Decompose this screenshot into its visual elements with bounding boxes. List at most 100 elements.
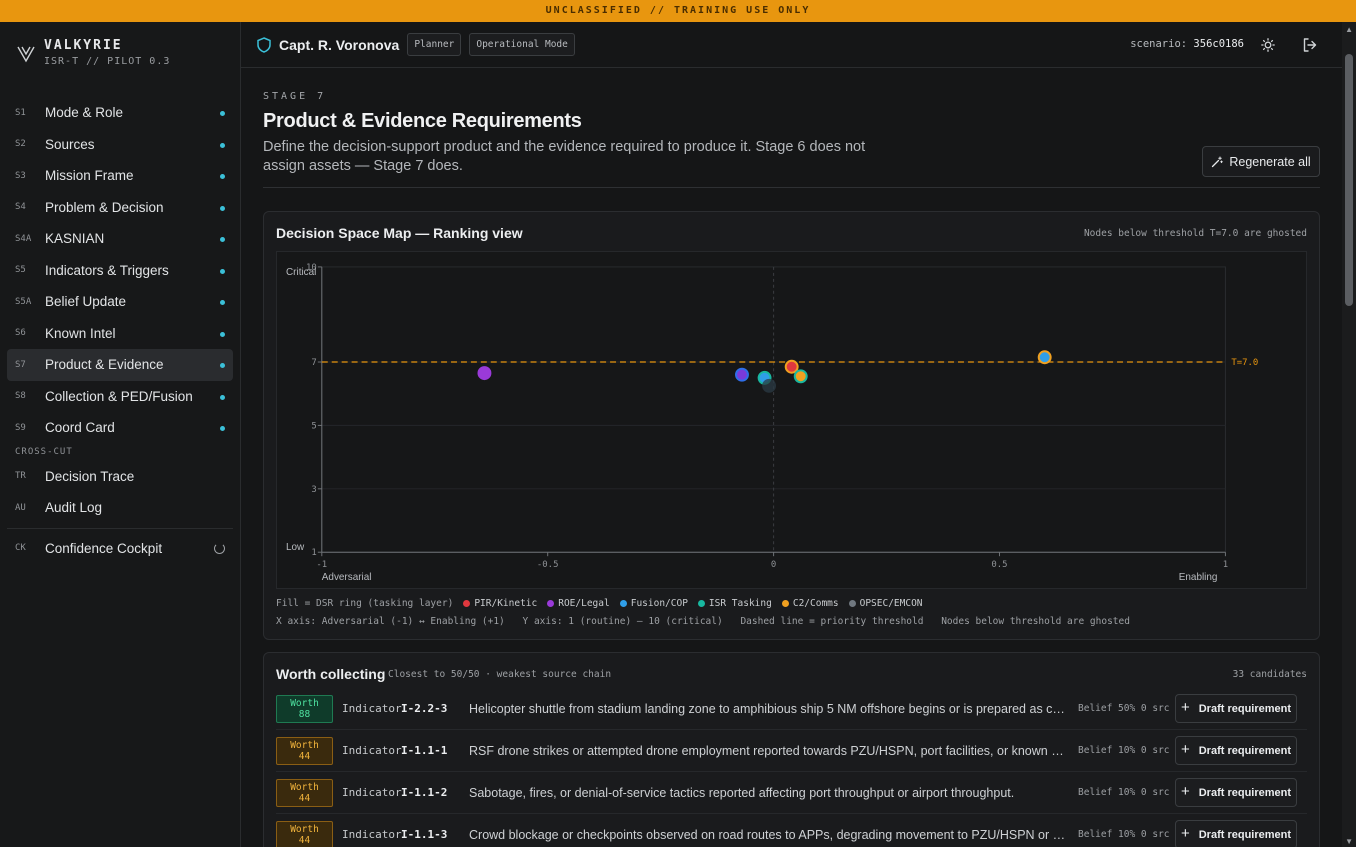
x-tick-label: 1: [1223, 560, 1228, 570]
nav-label: Coord Card: [45, 420, 115, 436]
nav-item-indicators-triggers[interactable]: S5 Indicators & Triggers: [7, 255, 233, 287]
map-title: Decision Space Map — Ranking view: [276, 225, 523, 241]
draft-requirement-button[interactable]: + Draft requirement: [1175, 736, 1297, 765]
scroll-down-arrow-icon[interactable]: ▼: [1345, 837, 1353, 846]
candidate-id: I-1.1-1: [401, 744, 448, 757]
page-description: Define the decision-support product and …: [263, 139, 866, 174]
candidate-row[interactable]: Worth 44 Indicator I-1.1-3 Crowd blockag…: [276, 814, 1307, 847]
nav-item-problem-decision[interactable]: S4 Problem & Decision: [7, 192, 233, 224]
x-tick-label: -0.5: [537, 560, 559, 570]
candidate-text: Crowd blockage or checkpoints observed o…: [469, 827, 1066, 842]
status-dot: [220, 268, 225, 274]
draft-requirement-label: Draft requirement: [1198, 828, 1292, 841]
candidate-id: I-1.1-3: [401, 828, 448, 841]
threshold-label: T=7.0: [1231, 358, 1258, 368]
nav-code: S6: [15, 328, 26, 339]
decision-node: [1037, 350, 1052, 365]
role-chip: Planner: [407, 33, 462, 56]
nav-code: S1: [15, 107, 26, 118]
sidebar: VALKYRIE ISR-T // PILOT 0.3 S1 Mode & Rol…: [0, 22, 241, 847]
nav-item-product-evidence[interactable]: S7 Product & Evidence: [7, 349, 233, 381]
legend-label: ISR Tasking: [708, 598, 772, 609]
nav-label: Belief Update: [45, 294, 127, 310]
x-axis-start-label: Adversarial: [322, 572, 372, 583]
legend-item-fusion-cop: Fusion/COP: [619, 598, 688, 609]
nav-item-sources[interactable]: S2 Sources: [7, 129, 233, 161]
nav-code: S3: [15, 170, 26, 181]
header-divider: [263, 187, 1320, 188]
nav-item-decision-trace[interactable]: TR Decision Trace: [7, 461, 233, 493]
worth-badge: Worth 44: [276, 820, 333, 847]
gauge-icon: [214, 542, 225, 554]
candidate-belief: Belief 50% 0 src: [1078, 703, 1170, 714]
legend-label: ROE/Legal: [558, 598, 610, 609]
scroll-up-arrow-icon[interactable]: ▲: [1345, 25, 1353, 34]
mode-chip[interactable]: Operational Mode: [469, 33, 575, 56]
y-axis-high-label: Critical: [286, 267, 316, 278]
legend-item-roe-legal: ROE/Legal: [547, 598, 610, 609]
status-dot: [220, 426, 225, 431]
page-title: Product & Evidence Requirements: [263, 110, 582, 132]
nav-item-collection-ped-fusion[interactable]: S8 Collection & PED/Fusion: [7, 381, 233, 413]
legend-swatch: [463, 600, 471, 607]
scenario-value: 356c0186: [1193, 38, 1244, 50]
x-tick-label: 0.5: [991, 560, 1007, 570]
draft-requirement-button[interactable]: + Draft requirement: [1175, 778, 1297, 807]
candidate-type: Indicator: [342, 786, 402, 799]
nav-code: AU: [15, 502, 26, 513]
nav-item-belief-update[interactable]: S5A Belief Update: [7, 286, 233, 318]
draft-requirement-button[interactable]: + Draft requirement: [1175, 820, 1297, 847]
legend-label: OPSEC/EMCON: [859, 598, 923, 609]
user-name: Capt. R. Voronova: [279, 36, 400, 53]
legend-label: Fusion/COP: [630, 598, 688, 609]
nav-label: KASNIAN: [45, 231, 105, 247]
nav-divider: [7, 527, 233, 529]
classification-banner: UNCLASSIFIED // TRAINING USE ONLY: [0, 0, 1356, 22]
nav-label: Indicators & Triggers: [45, 262, 169, 278]
nav-label: Known Intel: [45, 325, 116, 341]
decision-space-plot[interactable]: 135710-1 -0.5 0 0.5 1Adversarial EnablingLowC…: [276, 251, 1307, 589]
plus-icon: +: [1180, 825, 1190, 842]
candidate-count: 33 candidates: [1232, 669, 1307, 680]
nav-code: CK: [15, 543, 26, 554]
nav-label: Sources: [45, 136, 95, 152]
candidate-type: Indicator: [342, 828, 402, 841]
nav-item-confidence-cockpit[interactable]: CK Confidence Cockpit: [7, 533, 233, 565]
candidate-id: I-1.1-2: [401, 786, 448, 799]
nav-item-mode-role[interactable]: S1 Mode & Role: [7, 97, 233, 129]
worth-badge: Worth 88: [276, 694, 333, 723]
theme-toggle-icon[interactable]: [1261, 38, 1275, 52]
candidate-row[interactable]: Worth 44 Indicator I-1.1-2 Sabotage, fir…: [276, 772, 1307, 814]
map-axis-notes: X axis: Adversarial (-1) ↔ Enabling (+1)…: [276, 616, 1142, 627]
nav-label: Product & Evidence: [45, 357, 164, 373]
nav-item-audit-log[interactable]: AU Audit Log: [7, 492, 233, 524]
axis-note: Y axis: 1 (routine) — 10 (critical): [522, 616, 723, 627]
valkyrie-logo-icon: [17, 46, 35, 63]
draft-requirement-button[interactable]: + Draft requirement: [1175, 694, 1297, 723]
nav-item-coord-card[interactable]: S9 Coord Card: [7, 412, 233, 444]
nav-code: S8: [15, 391, 26, 402]
nav-item-kasnian[interactable]: S4A KASNIAN: [7, 223, 233, 255]
nav-code: S2: [15, 139, 26, 150]
nav-label: Problem & Decision: [45, 199, 164, 215]
nav-item-mission-frame[interactable]: S3 Mission Frame: [7, 160, 233, 192]
worth-collecting-title: Worth collecting: [276, 666, 386, 682]
logout-icon[interactable]: [1302, 37, 1318, 53]
axis-note: Dashed line = priority threshold: [740, 616, 924, 627]
page-scrollbar[interactable]: ▲ ▼: [1342, 22, 1356, 847]
candidate-row[interactable]: Worth 88 Indicator I-2.2-3 Helicopter sh…: [276, 688, 1307, 730]
shield-icon: [257, 36, 271, 53]
worth-collecting-card: Worth collecting Closest to 50/50 · weak…: [263, 652, 1320, 847]
y-axis-low-label: Low: [286, 542, 305, 553]
decision-node: [793, 369, 808, 384]
scrollbar-thumb[interactable]: [1345, 54, 1353, 306]
nav-label: Mission Frame: [45, 168, 134, 184]
candidate-id: I-2.2-3: [401, 702, 448, 715]
nav-item-known-intel[interactable]: S6 Known Intel: [7, 318, 233, 350]
status-dot: [220, 331, 225, 337]
regenerate-all-button[interactable]: Regenerate all: [1202, 146, 1320, 177]
legend-swatch: [697, 600, 705, 607]
status-dot: [220, 363, 225, 368]
candidate-row[interactable]: Worth 44 Indicator I-1.1-1 RSF drone str…: [276, 730, 1307, 772]
status-dot: [220, 111, 225, 116]
